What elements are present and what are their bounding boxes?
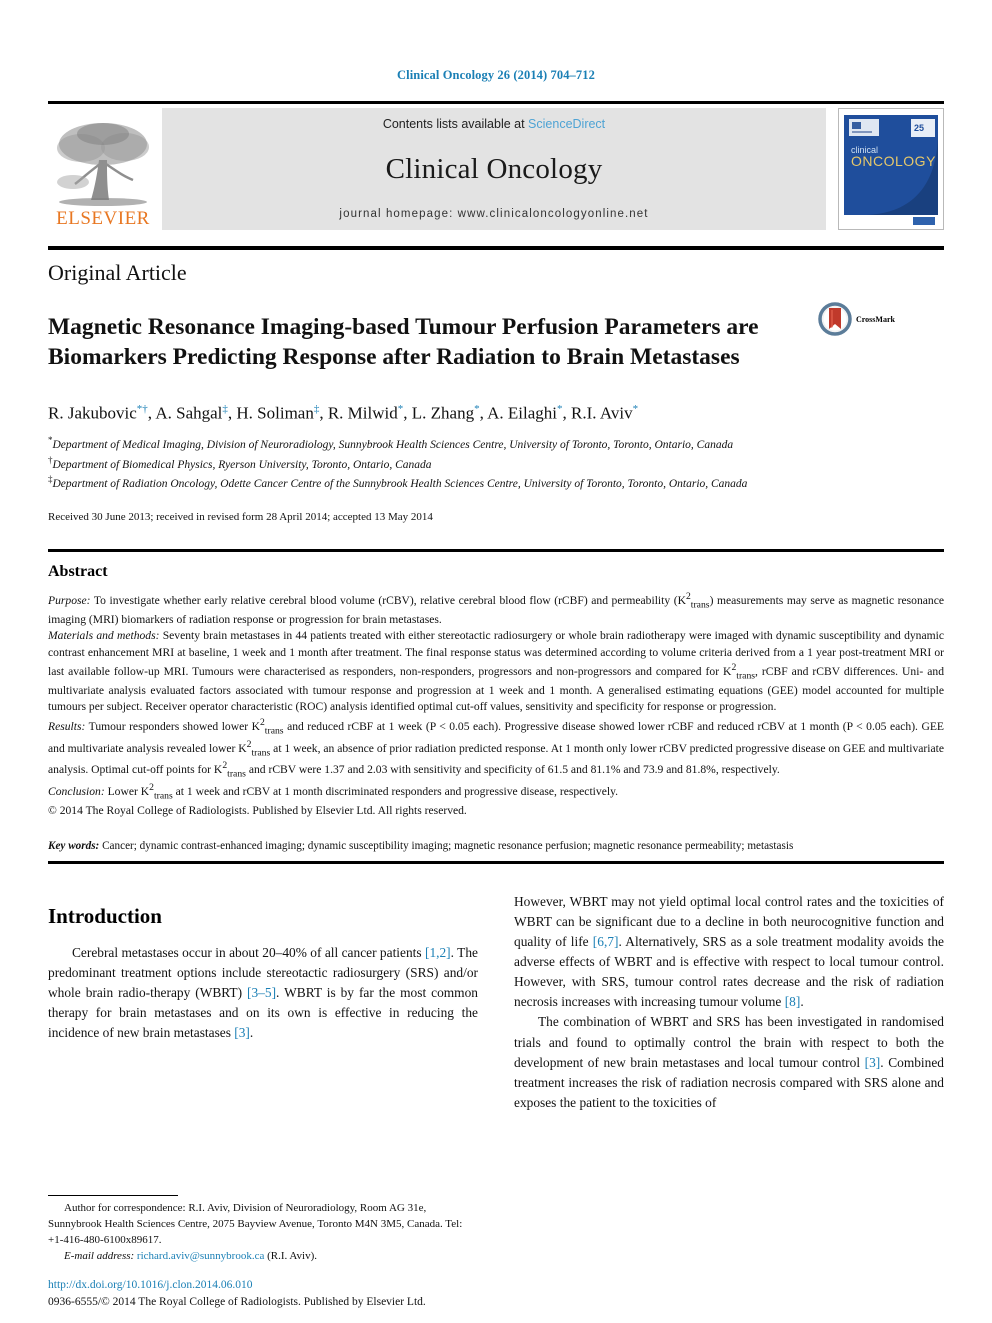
svg-text:25: 25	[914, 123, 924, 133]
abstract-results-text: Tumour responders showed lower K2trans a…	[48, 716, 944, 780]
affiliation-item: ‡Department of Radiation Oncology, Odett…	[48, 473, 944, 493]
contents-prefix: Contents lists available at	[382, 117, 529, 131]
journal-cover-image: 25 clinical ONCOLOGY	[839, 109, 943, 229]
footnote-text: Author for correspondence: R.I. Aviv, Di…	[48, 1201, 478, 1265]
paragraph: The combination of WBRT and SRS has been…	[514, 1014, 944, 1110]
article-type: Original Article	[48, 260, 187, 285]
abstract-results-label: Results:	[48, 719, 86, 733]
abstract-copyright: © 2014 The Royal College of Radiologists…	[48, 804, 467, 818]
page-footer: http://dx.doi.org/10.1016/j.clon.2014.06…	[48, 1277, 948, 1312]
title-row: Magnetic Resonance Imaging-based Tumour …	[48, 296, 944, 389]
paragraph: Cerebral metastases occur in about 20–40…	[48, 944, 478, 1041]
page-title: Magnetic Resonance Imaging-based Tumour …	[48, 313, 759, 371]
doi-link[interactable]: http://dx.doi.org/10.1016/j.clon.2014.06…	[48, 1279, 253, 1291]
abstract-conclusion: Conclusion: Lower K2trans at 1 week and …	[48, 781, 944, 803]
affiliations: *Department of Medical Imaging, Division…	[48, 434, 944, 493]
abstract-purpose-text: To investigate whether early relative ce…	[48, 590, 944, 626]
article-page: Clinical Oncology 26 (2014) 704–712 ELSE…	[0, 0, 992, 1323]
abstract-conclusion-text: Lower K2trans at 1 week and rCBV at 1 mo…	[104, 782, 619, 802]
journal-cover-thumbnail: 25 clinical ONCOLOGY	[838, 108, 944, 230]
article-head-rule	[48, 246, 944, 250]
issn-copyright-line: 0936-6555/© 2014 The Royal College of Ra…	[48, 1295, 426, 1308]
author-list: R. Jakubovic*†, A. Sahgal‡, H. Soliman‡,…	[48, 402, 639, 423]
correspondence-line: Author for correspondence: R.I. Aviv, Di…	[48, 1202, 463, 1247]
column-left: Introduction Cerebral metastases occur i…	[48, 888, 478, 1113]
masthead-center: Contents lists available at ScienceDirec…	[162, 108, 826, 230]
abstract-methods: Materials and methods: Seventy brain met…	[48, 628, 944, 716]
affiliation-text: Department of Radiation Oncology, Odette…	[52, 478, 748, 491]
elsevier-tree-icon	[57, 123, 149, 206]
crossmark-badge[interactable]: CrossMark	[818, 296, 928, 336]
elsevier-wordmark: ELSEVIER	[56, 208, 150, 229]
keywords-rule	[48, 860, 944, 864]
journal-masthead: ELSEVIER Contents lists available at Sci…	[48, 101, 944, 230]
column-right-text: However, WBRT may not yield optimal loca…	[514, 892, 944, 1113]
abstract-heading: Abstract	[48, 562, 108, 580]
introduction-heading: Introduction	[48, 903, 162, 928]
abstract-purpose: Purpose: To investigate whether early re…	[48, 590, 944, 628]
abstract-results: Results: Tumour responders showed lower …	[48, 716, 944, 782]
abstract-purpose-label: Purpose:	[48, 593, 91, 607]
affiliation-item: †Department of Biomedical Physics, Ryers…	[48, 454, 944, 474]
abstract-rule	[48, 548, 944, 552]
email-line: E-mail address: richard.aviv@sunnybrook.…	[48, 1249, 478, 1265]
crossmark-icon	[818, 302, 852, 336]
affiliation-text: Department of Biomedical Physics, Ryerso…	[52, 458, 432, 471]
abstract-methods-text: Seventy brain metastases in 44 patients …	[48, 629, 944, 714]
keywords: Key words: Cancer; dynamic contrast-enha…	[48, 840, 944, 852]
article-history-dates: Received 30 June 2013; received in revis…	[48, 510, 433, 523]
email-label: E-mail address:	[64, 1250, 135, 1263]
email-link[interactable]: richard.aviv@sunnybrook.ca	[137, 1250, 264, 1262]
journal-homepage: journal homepage: www.clinicaloncologyon…	[339, 208, 649, 220]
journal-title: Clinical Oncology	[385, 153, 603, 185]
footnote-divider	[48, 1195, 178, 1197]
keywords-text: Cancer; dynamic contrast-enhanced imagin…	[99, 839, 794, 852]
sciencedirect-link[interactable]: ScienceDirect	[528, 117, 605, 131]
column-right: However, WBRT may not yield optimal loca…	[514, 888, 944, 1113]
contents-available-line: Contents lists available at ScienceDirec…	[383, 117, 605, 131]
correspondence-footnote: Author for correspondence: R.I. Aviv, Di…	[48, 1195, 478, 1265]
crossmark-label: CrossMark	[856, 314, 895, 324]
affiliation-text: Department of Medical Imaging, Division …	[52, 439, 734, 452]
paragraph: However, WBRT may not yield optimal loca…	[514, 893, 944, 1010]
body-columns: Introduction Cerebral metastases occur i…	[48, 888, 944, 1113]
keywords-label: Key words:	[48, 839, 100, 852]
affiliation-item: *Department of Medical Imaging, Division…	[48, 434, 944, 454]
column-left-text: Cerebral metastases occur in about 20–40…	[48, 943, 478, 1044]
email-owner: (R.I. Aviv).	[267, 1250, 318, 1263]
abstract-methods-label: Materials and methods:	[48, 629, 160, 643]
running-head: Clinical Oncology 26 (2014) 704–712	[397, 68, 595, 82]
elsevier-logo: ELSEVIER	[48, 108, 158, 230]
svg-text:ONCOLOGY: ONCOLOGY	[851, 153, 936, 169]
abstract-body: Purpose: To investigate whether early re…	[48, 590, 944, 820]
abstract-conclusion-label: Conclusion:	[48, 785, 105, 799]
